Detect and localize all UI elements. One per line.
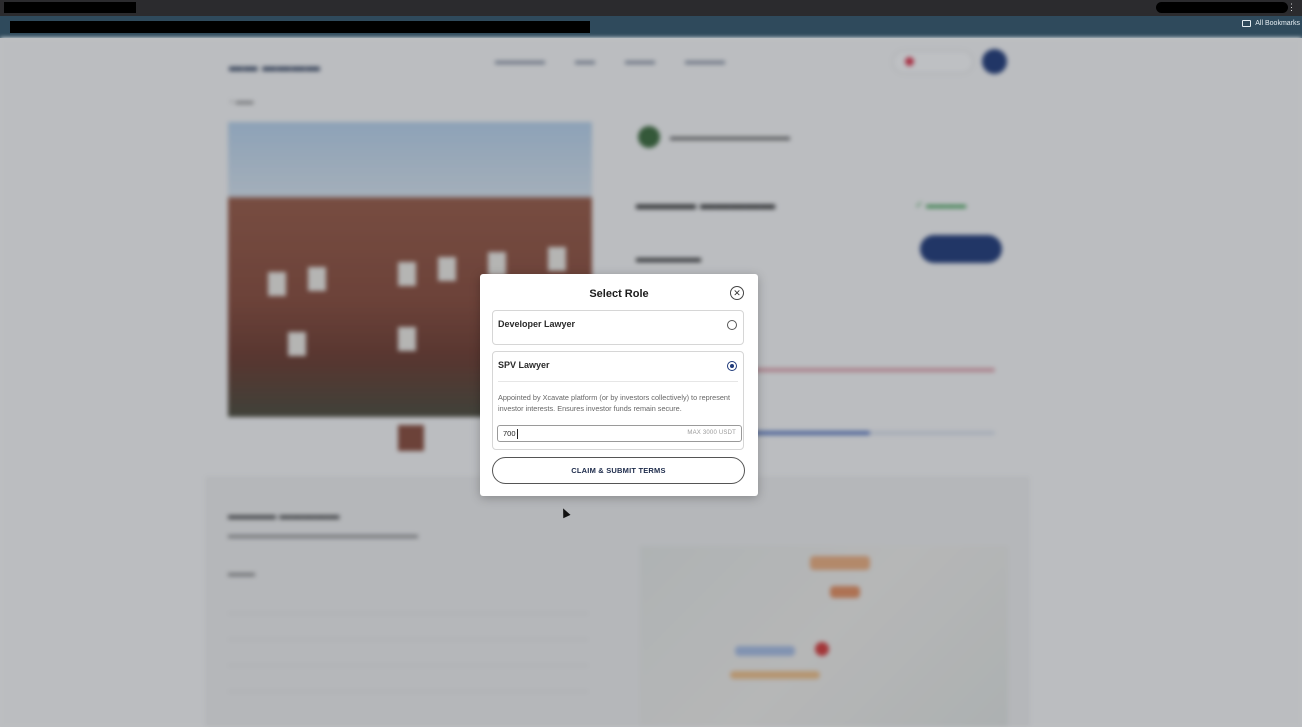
close-button[interactable]: ✕ <box>730 286 744 300</box>
claim-submit-button[interactable]: CLAIM & SUBMIT TERMS <box>492 457 745 484</box>
all-bookmarks-label: All Bookmarks <box>1255 20 1300 27</box>
folder-icon <box>1242 20 1252 27</box>
all-bookmarks[interactable]: All Bookmarks <box>1242 20 1300 27</box>
browser-menu-icon[interactable]: ⋮ <box>1287 2 1296 12</box>
role-name: Developer Lawyer <box>498 319 576 329</box>
modal-title: Select Role <box>589 288 649 300</box>
close-icon: ✕ <box>733 288 741 298</box>
role-description: Appointed by Xcavate platform (or by inv… <box>498 393 730 413</box>
role-option-developer-lawyer[interactable]: Developer Lawyer <box>492 310 744 345</box>
role-radio[interactable] <box>727 320 737 330</box>
role-radio-selected[interactable] <box>727 361 737 371</box>
role-option-spv-lawyer[interactable]: SPV Lawyer Appointed by Xcavate platform… <box>492 351 744 450</box>
max-amount-hint: MAX 3000 USDT <box>687 430 736 436</box>
amount-input[interactable]: 700 MAX 3000 USDT <box>497 425 742 442</box>
browser-tab-strip: ⋮ <box>0 0 1302 16</box>
card-divider <box>498 381 738 382</box>
radio-dot-icon <box>730 364 734 368</box>
redacted-url[interactable] <box>10 21 590 33</box>
redacted-profile-area <box>1156 2 1288 13</box>
select-role-modal: Select Role ✕ Developer Lawyer SPV Lawye… <box>480 274 758 496</box>
text-caret <box>517 429 518 439</box>
redacted-tab-title <box>4 2 136 13</box>
role-name: SPV Lawyer <box>498 360 550 370</box>
amount-input-value: 700 <box>503 429 516 438</box>
browser-address-bar: All Bookmarks <box>0 16 1302 38</box>
